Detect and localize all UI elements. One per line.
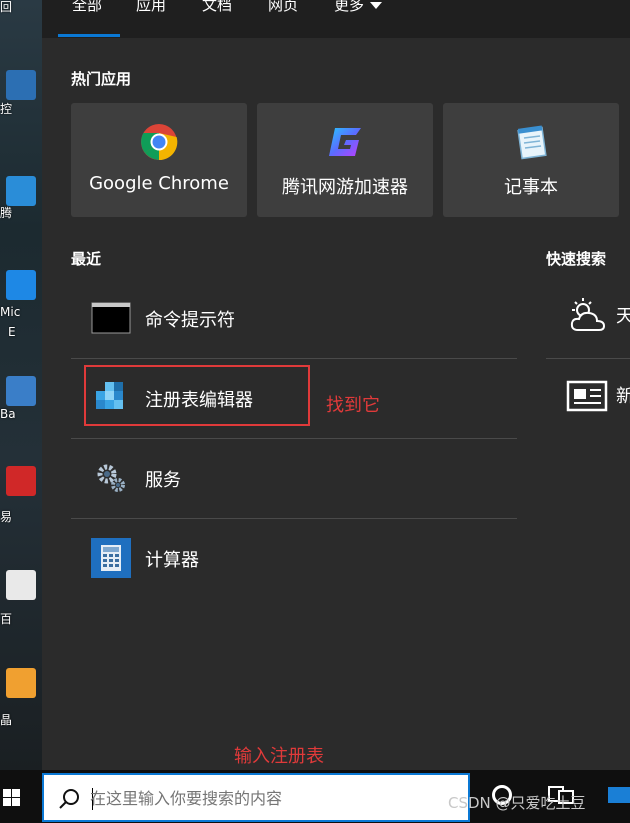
desktop-label: Mic — [0, 305, 21, 319]
calculator-icon — [91, 538, 131, 578]
weather-icon — [570, 298, 606, 331]
tab-apps[interactable]: 应用 — [136, 0, 166, 15]
windows-logo-icon — [12, 789, 20, 797]
tab-all[interactable]: 全部 — [72, 0, 102, 15]
search-icon — [59, 789, 79, 809]
desktop-label: 腾 — [0, 206, 13, 220]
desktop-shortcut-icon[interactable] — [6, 668, 36, 698]
chevron-down-icon — [370, 2, 383, 9]
app-tile-chrome[interactable]: Google Chrome — [71, 103, 247, 217]
desktop-label: E — [8, 325, 16, 339]
recent-item-services[interactable]: 服务 — [71, 438, 517, 518]
watermark: CSDN @只爱吃土豆 — [448, 794, 586, 812]
app-tile-label: Google Chrome — [89, 173, 229, 194]
desktop-label: Ba — [0, 407, 16, 421]
tencent-accelerator-icon — [329, 128, 361, 156]
app-tile-tencent-accelerator[interactable]: 腾讯网游加速器 — [257, 103, 433, 217]
desktop-label: 控 — [0, 102, 13, 116]
taskbar: CSDN @只爱吃土豆 — [0, 770, 630, 823]
active-tab-indicator — [58, 34, 120, 37]
recent-item-calculator[interactable]: 计算器 — [71, 518, 517, 598]
cmd-icon — [91, 302, 131, 334]
desktop-label: 易 — [0, 510, 13, 524]
annotation-type-regedit: 输入注册表 — [234, 746, 324, 767]
recent-item-label: 命令提示符 — [145, 310, 235, 331]
windows-logo-icon — [3, 798, 11, 806]
desktop-shortcut-icon[interactable] — [6, 70, 36, 100]
highlight-box — [84, 365, 310, 426]
services-gear-icon — [97, 464, 125, 492]
desktop-shortcut-icon[interactable] — [6, 176, 36, 206]
annotation-find-it: 找到它 — [326, 395, 380, 416]
tab-more-label: 更多 — [334, 0, 365, 14]
desktop-shortcut-icon[interactable] — [6, 270, 36, 300]
tab-documents[interactable]: 文档 — [202, 0, 232, 15]
desktop-label: 晶 — [0, 713, 13, 727]
desktop-label: 回 — [0, 0, 13, 14]
app-tile-label: 记事本 — [504, 177, 558, 198]
mail-icon[interactable] — [608, 787, 630, 803]
windows-logo-icon — [12, 798, 20, 806]
chrome-icon — [141, 124, 178, 161]
screen: 回 控 腾 Mic E Ba 易 百 晶 全部 应用 文档 网页 更多 热门应用 — [0, 0, 630, 823]
search-input[interactable] — [90, 789, 460, 808]
app-tile-label: 腾讯网游加速器 — [282, 177, 408, 198]
desktop-label: 百 — [0, 612, 13, 626]
tab-more[interactable]: 更多 — [334, 0, 383, 15]
desktop-shortcut-icon[interactable] — [6, 466, 36, 496]
quick-search-title: 快速搜索 — [546, 250, 607, 268]
quick-search-label: 天 — [616, 306, 630, 327]
notepad-icon — [517, 125, 547, 160]
recent-item-label: 服务 — [145, 470, 181, 491]
quick-search-weather[interactable]: 天 — [558, 278, 630, 358]
recent-item-cmd[interactable]: 命令提示符 — [71, 278, 517, 358]
desktop-shortcut-icon[interactable] — [6, 570, 36, 600]
windows-logo-icon — [3, 789, 11, 797]
recent-title: 最近 — [71, 250, 102, 268]
start-button[interactable] — [0, 770, 40, 823]
news-icon — [566, 380, 608, 412]
desktop-shortcut-icon[interactable] — [6, 376, 36, 406]
popular-apps-title: 热门应用 — [71, 70, 132, 88]
app-tile-notepad[interactable]: 记事本 — [443, 103, 619, 217]
quick-search-news[interactable]: 新 — [558, 358, 630, 438]
tab-web[interactable]: 网页 — [268, 0, 298, 15]
taskbar-search-box[interactable] — [42, 773, 470, 822]
search-tabs: 全部 应用 文档 网页 更多 — [42, 0, 630, 38]
desktop-background: 回 控 腾 Mic E Ba 易 百 晶 — [0, 0, 42, 770]
recent-item-label: 计算器 — [145, 550, 199, 571]
quick-search-label: 新 — [616, 386, 630, 407]
